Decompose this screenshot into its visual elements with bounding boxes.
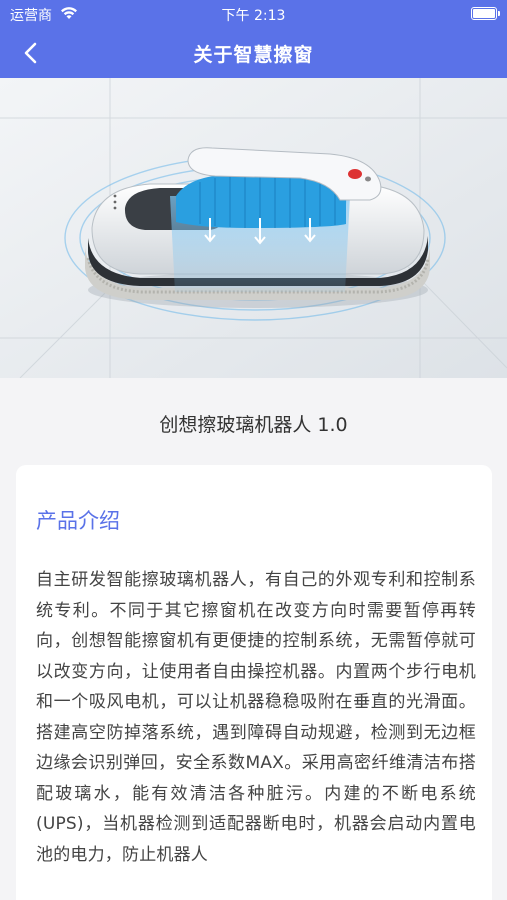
product-image <box>0 78 507 378</box>
intro-heading: 产品介绍 <box>36 509 120 533</box>
status-time: 下午 2:13 <box>221 8 286 24</box>
battery-icon <box>471 7 500 20</box>
intro-text: 自主研发智能擦玻璃机器人，有自己的外观专利和控制系统专利。不同于其它擦窗机在改变… <box>36 570 476 865</box>
intro-card: 产品介绍 自主研发智能擦玻璃机器人，有自己的外观专利和控制系统专利。不同于其它擦… <box>16 465 492 900</box>
nav-bar: 关于智慧擦窗 <box>0 28 507 78</box>
status-bar: 运营商 下午 2:13 <box>0 0 507 28</box>
product-name: 创想擦玻璃机器人 1.0 <box>159 414 348 436</box>
page-title: 关于智慧擦窗 <box>193 44 314 66</box>
